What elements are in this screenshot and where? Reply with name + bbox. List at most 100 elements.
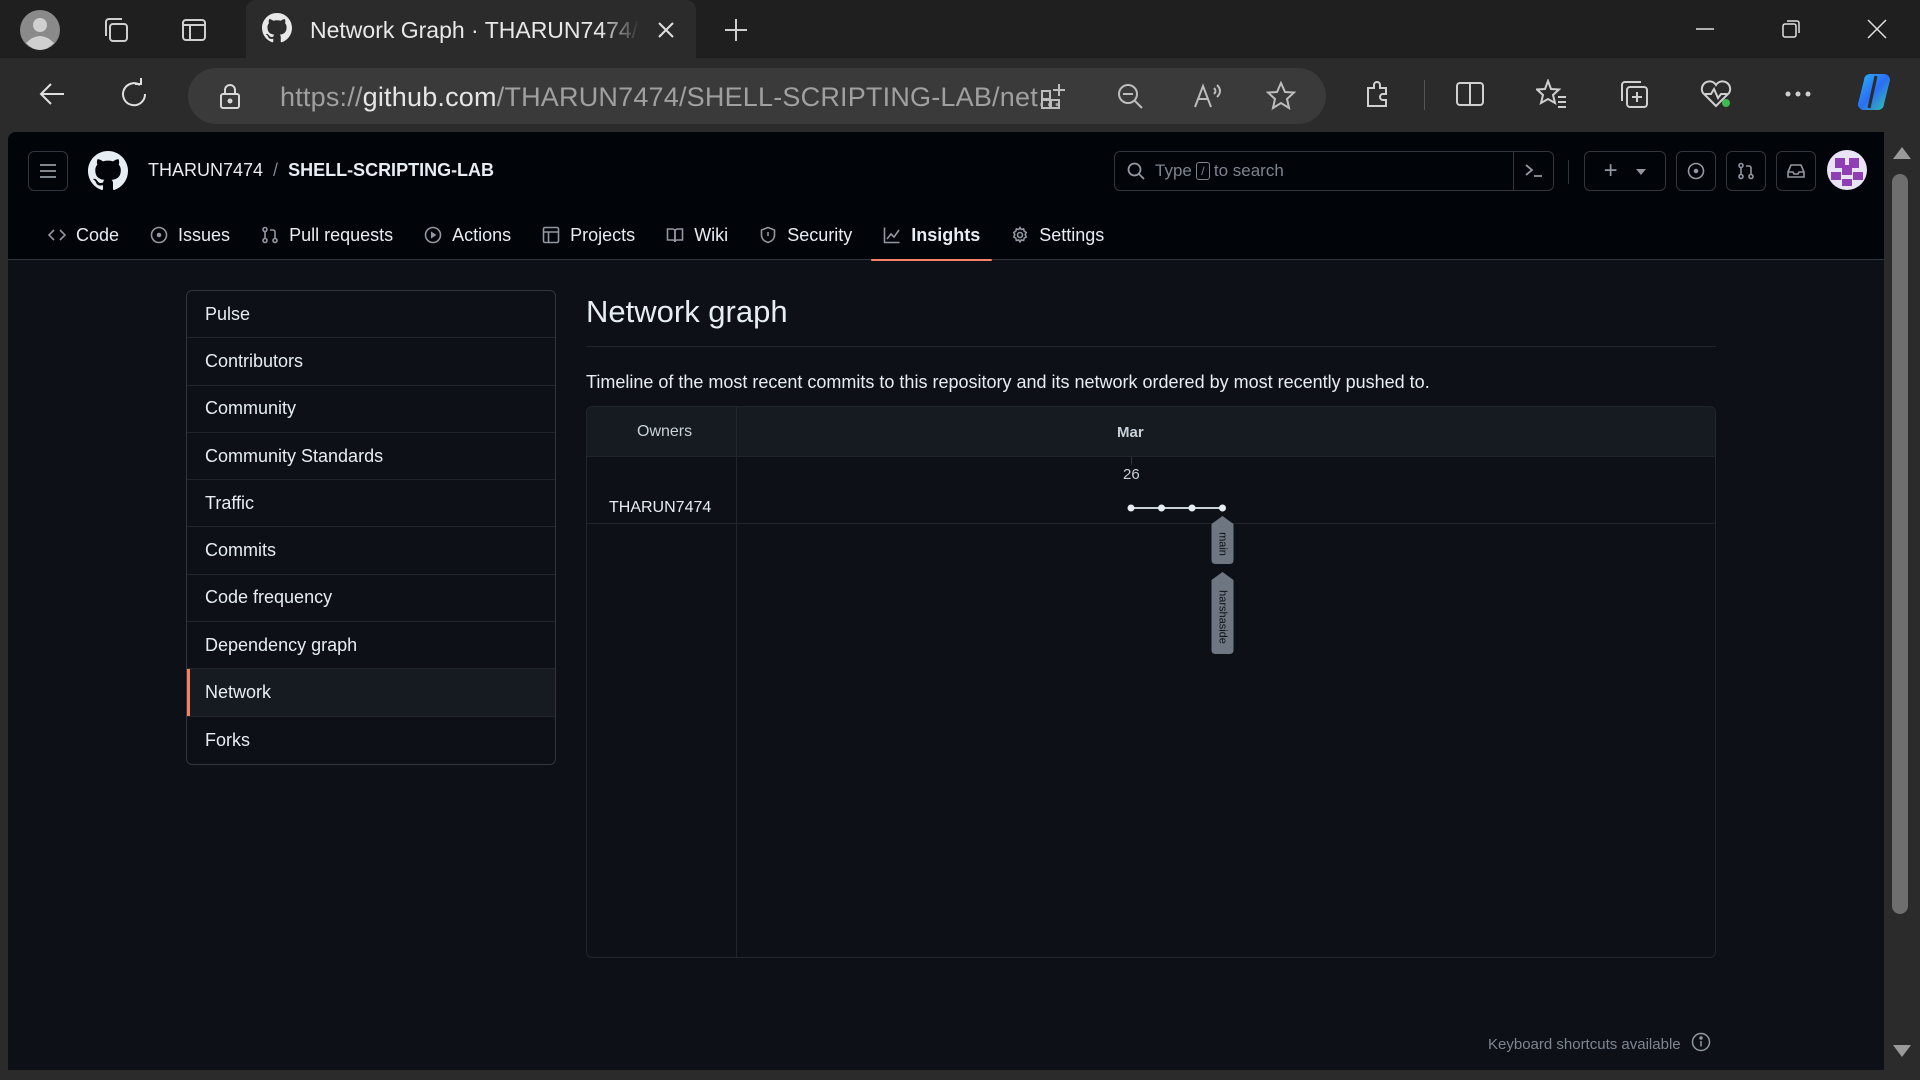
tab-label: Issues xyxy=(178,224,231,245)
tab-label: Settings xyxy=(1039,224,1105,245)
issue-icon xyxy=(150,226,178,244)
shield-icon xyxy=(759,226,787,244)
code-icon xyxy=(48,226,76,244)
commit-graph[interactable]: main harshaside xyxy=(587,407,1716,958)
command-palette-icon[interactable] xyxy=(1513,152,1553,190)
url-text[interactable]: https://github.com/THARUN7474/SHELL-SCRI… xyxy=(280,82,1061,113)
insights-sidebar: Pulse Contributors Community Community Stan… xyxy=(186,290,556,765)
browser-toolbar: https://github.com/THARUN7474/SHELL-SCRI… xyxy=(0,58,1920,132)
sidebar-item-pulse[interactable]: Pulse xyxy=(187,291,555,339)
tab-projects[interactable]: Projects xyxy=(530,210,647,260)
sidebar-item-network[interactable]: Network xyxy=(187,669,555,717)
search-placeholder-prefix: Type xyxy=(1155,161,1192,180)
page-title: Network graph xyxy=(586,294,788,329)
collections-icon[interactable] xyxy=(1612,72,1656,116)
zoom-out-icon[interactable] xyxy=(1116,82,1144,115)
owner-link[interactable]: THARUN7474 xyxy=(148,160,263,181)
tab-wiki[interactable]: Wiki xyxy=(654,210,740,260)
tab-pull-requests[interactable]: Pull requests xyxy=(249,210,405,260)
profile-icon[interactable] xyxy=(18,8,62,52)
commit-dot[interactable] xyxy=(1158,504,1165,512)
commit-dot[interactable] xyxy=(1127,504,1135,512)
search-icon xyxy=(1127,162,1145,185)
sidebar-item-dependency-graph[interactable]: Dependency graph xyxy=(187,622,555,670)
sidebar-item-traffic[interactable]: Traffic xyxy=(187,480,555,528)
sidebar-item-forks[interactable]: Forks xyxy=(187,717,555,764)
branch-label-harshaside[interactable]: harshaside xyxy=(1211,572,1234,654)
keyboard-shortcuts-note[interactable]: Keyboard shortcuts available xyxy=(1488,1032,1711,1056)
lock-icon[interactable] xyxy=(218,82,242,115)
tab-insights[interactable]: Insights xyxy=(871,210,993,261)
chevron-down-icon xyxy=(1636,162,1647,180)
sidebar-item-code-frequency[interactable]: Code frequency xyxy=(187,575,555,623)
pull-requests-icon[interactable] xyxy=(1726,151,1766,191)
title-divider xyxy=(586,346,1716,347)
sidebar-item-commits[interactable]: Commits xyxy=(187,527,555,575)
tab-title: Network Graph · THARUN7474/SHELL-SCRIPTI… xyxy=(310,16,640,43)
refresh-icon[interactable] xyxy=(112,72,156,116)
pull-request-icon xyxy=(261,226,289,244)
tab-security[interactable]: Security xyxy=(747,210,864,260)
sidebar-item-contributors[interactable]: Contributors xyxy=(187,338,555,386)
tab-actions[interactable]: Actions xyxy=(412,210,523,260)
active-tab[interactable]: Network Graph · THARUN7474/SHELL-SCRIPTI… xyxy=(246,0,696,60)
repo-navigation: Code Issues Pull requests Actions Projects Wi… xyxy=(36,210,1123,261)
keyboard-shortcuts-label: Keyboard shortcuts available xyxy=(1488,1035,1681,1053)
tab-label: Insights xyxy=(911,224,981,245)
info-icon xyxy=(1691,1032,1711,1056)
minimize-icon[interactable] xyxy=(1662,0,1748,58)
github-logo-icon[interactable] xyxy=(88,151,128,196)
tab-code[interactable]: Code xyxy=(36,210,131,260)
workspaces-icon[interactable] xyxy=(94,8,138,52)
copilot-icon[interactable] xyxy=(1854,70,1898,114)
github-header: THARUN7474 / SHELL-SCRIPTING-LAB Type / … xyxy=(8,132,1884,261)
app-available-icon[interactable] xyxy=(1040,82,1068,115)
toolbar-divider xyxy=(1424,80,1425,110)
scroll-up-icon[interactable] xyxy=(1893,146,1911,164)
back-icon[interactable] xyxy=(30,72,74,116)
breadcrumb: THARUN7474 / SHELL-SCRIPTING-LAB xyxy=(148,160,494,181)
issues-icon[interactable] xyxy=(1676,151,1716,191)
scrollbar[interactable] xyxy=(1884,132,1920,1070)
split-screen-icon[interactable] xyxy=(1448,72,1492,116)
branch-label-main[interactable]: main xyxy=(1211,516,1234,564)
breadcrumb-separator: / xyxy=(273,160,279,180)
close-window-icon[interactable] xyxy=(1834,0,1920,58)
commit-dot[interactable] xyxy=(1219,504,1226,512)
browser-essentials-icon[interactable] xyxy=(1694,72,1738,116)
favorite-star-icon[interactable] xyxy=(1265,80,1297,116)
network-graph[interactable]: Owners Mar 26 THARUN7474 main harshaside xyxy=(586,406,1716,958)
favorites-icon[interactable] xyxy=(1530,72,1574,116)
tab-actions-icon[interactable] xyxy=(172,8,216,52)
inbox-icon[interactable] xyxy=(1776,151,1816,191)
tab-label: Wiki xyxy=(694,224,729,245)
restore-icon[interactable] xyxy=(1748,0,1834,58)
new-tab-icon[interactable] xyxy=(714,8,758,52)
extensions-icon[interactable] xyxy=(1356,72,1400,116)
more-options-icon[interactable] xyxy=(1776,72,1820,116)
avatar[interactable] xyxy=(1826,149,1868,196)
tab-issues[interactable]: Issues xyxy=(138,210,242,260)
github-favicon-icon xyxy=(262,12,292,48)
search-input[interactable]: Type / to search xyxy=(1114,151,1554,191)
commit-dot[interactable] xyxy=(1188,504,1196,512)
repo-link[interactable]: SHELL-SCRIPTING-LAB xyxy=(288,160,494,181)
tab-label: Code xyxy=(76,224,120,245)
scroll-down-icon[interactable] xyxy=(1893,1044,1911,1062)
play-icon xyxy=(424,226,452,244)
book-icon xyxy=(666,226,694,244)
close-tab-icon[interactable] xyxy=(650,14,682,46)
create-new-button[interactable]: + xyxy=(1584,151,1666,191)
browser-tab-bar: Network Graph · THARUN7474/SHELL-SCRIPTI… xyxy=(0,0,1920,60)
address-bar[interactable]: https://github.com/THARUN7474/SHELL-SCRI… xyxy=(188,68,1326,124)
search-shortcut-key: / xyxy=(1195,162,1210,180)
scroll-thumb[interactable] xyxy=(1892,174,1908,914)
graph-icon xyxy=(883,226,911,244)
read-aloud-icon[interactable] xyxy=(1192,82,1222,115)
table-icon xyxy=(542,226,570,244)
tab-settings[interactable]: Settings xyxy=(999,210,1116,260)
menu-hamburger-icon[interactable] xyxy=(28,151,68,191)
web-page: THARUN7474 / SHELL-SCRIPTING-LAB Type / … xyxy=(8,132,1884,1070)
sidebar-item-community-standards[interactable]: Community Standards xyxy=(187,433,555,481)
sidebar-item-community[interactable]: Community xyxy=(187,386,555,433)
